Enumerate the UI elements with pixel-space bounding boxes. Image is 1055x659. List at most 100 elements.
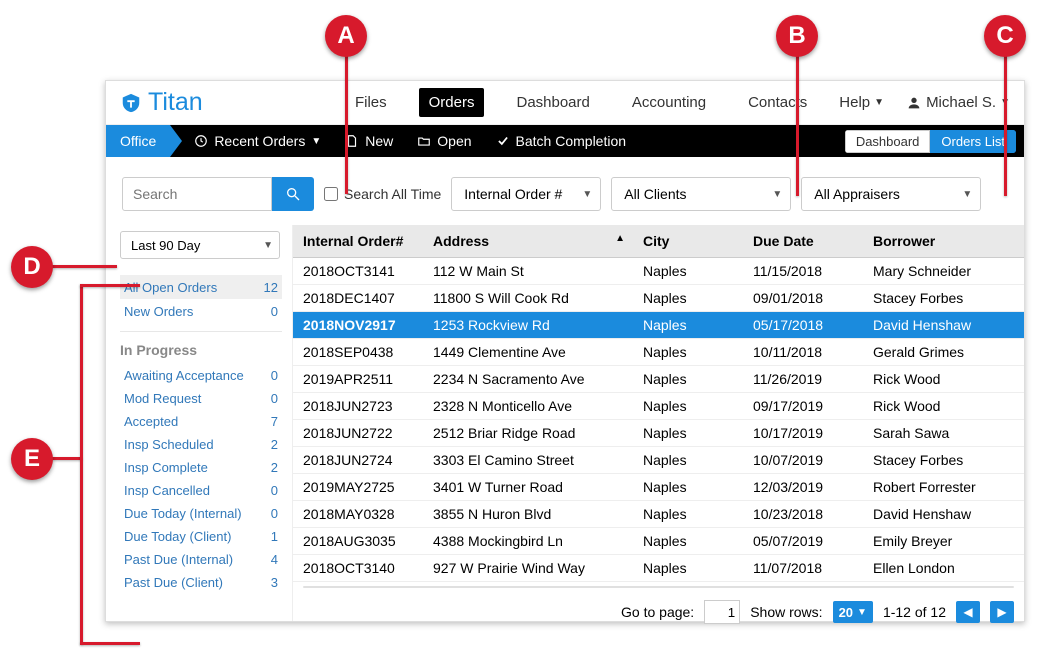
next-page-button[interactable]: ▶	[990, 601, 1014, 623]
open-label: Open	[437, 133, 471, 149]
callout-b: B	[776, 15, 818, 57]
open-button[interactable]: Open	[417, 133, 471, 149]
sidebar-item[interactable]: New Orders0	[120, 299, 282, 323]
sidebar-item[interactable]: All Open Orders12	[120, 275, 282, 299]
cell-address: 2512 Briar Ridge Road	[423, 420, 633, 447]
cell-order: 2019APR2511	[293, 366, 423, 393]
col-address-label: Address	[433, 233, 489, 249]
col-order[interactable]: Internal Order#	[293, 225, 423, 258]
table-row[interactable]: 2018OCT3141112 W Main StNaples11/15/2018…	[293, 258, 1024, 285]
sidebar-heading: In Progress	[120, 342, 282, 358]
new-label: New	[365, 133, 393, 149]
nav-contacts[interactable]: Contacts	[738, 88, 817, 117]
cell-due: 11/15/2018	[743, 258, 863, 285]
cell-order: 2018MAY0328	[293, 501, 423, 528]
table-row[interactable]: 2018AUG30354388 Mockingbird LnNaples05/0…	[293, 528, 1024, 555]
app-window: Titan Files Orders Dashboard Accounting …	[105, 80, 1025, 622]
callout-e: E	[11, 438, 53, 480]
user-menu[interactable]: Michael S. ▼	[906, 94, 1010, 111]
chevron-down-icon: ▼	[311, 136, 321, 147]
search-all-time-input[interactable]	[324, 187, 338, 201]
sidebar-item[interactable]: Insp Scheduled2	[120, 433, 282, 456]
tab-office[interactable]: Office	[106, 125, 170, 157]
clock-icon	[194, 134, 208, 148]
cell-city: Naples	[633, 447, 743, 474]
cell-address: 927 W Prairie Wind Way	[423, 555, 633, 582]
page-input[interactable]	[704, 600, 740, 624]
subbar: Office Recent Orders ▼ New Open Batch Co…	[106, 125, 1024, 157]
sidebar-item-count: 0	[271, 483, 278, 498]
prev-page-button[interactable]: ◀	[956, 601, 980, 623]
cell-due: 11/07/2018	[743, 555, 863, 582]
sidebar-item[interactable]: Awaiting Acceptance0	[120, 364, 282, 387]
sidebar-item[interactable]: Past Due (Internal)4	[120, 548, 282, 571]
rows-per-page-select[interactable]: 20 ▼	[833, 601, 873, 623]
appraisers-select[interactable]: All Appraisers ▼	[801, 177, 981, 211]
cell-address: 2328 N Monticello Ave	[423, 393, 633, 420]
cell-order: 2018NOV2917	[293, 312, 423, 339]
sidebar-progress-list: Awaiting Acceptance0Mod Request0Accepted…	[120, 364, 282, 594]
table-row[interactable]: 2018SEP04381449 Clementine AveNaples10/1…	[293, 339, 1024, 366]
callout-c: C	[984, 15, 1026, 57]
search-button[interactable]	[272, 177, 314, 211]
table-row[interactable]: 2019MAY27253401 W Turner RoadNaples12/03…	[293, 474, 1024, 501]
col-borrower[interactable]: Borrower	[863, 225, 1024, 258]
nav-help[interactable]: Help ▼	[839, 94, 884, 111]
cell-due: 10/07/2019	[743, 447, 863, 474]
table-row[interactable]: 2018NOV29171253 Rockview RdNaples05/17/2…	[293, 312, 1024, 339]
column-select-value: Internal Order #	[464, 186, 562, 202]
sidebar-item[interactable]: Due Today (Client)1	[120, 525, 282, 548]
sidebar-item-label: New Orders	[124, 304, 193, 319]
table-row[interactable]: 2018JUN27222512 Briar Ridge RoadNaples10…	[293, 420, 1024, 447]
cell-order: 2018AUG3035	[293, 528, 423, 555]
nav-orders[interactable]: Orders	[419, 88, 485, 117]
table-row[interactable]: 2018JUN27243303 El Camino StreetNaples10…	[293, 447, 1024, 474]
callout-a-line	[345, 56, 348, 194]
batch-completion-button[interactable]: Batch Completion	[496, 133, 627, 149]
date-range-value: Last 90 Day	[131, 238, 200, 253]
page-range: 1-12 of 12	[883, 604, 946, 620]
table-row[interactable]: 2018DEC140711800 S Will Cook RdNaples09/…	[293, 285, 1024, 312]
nav-accounting[interactable]: Accounting	[622, 88, 716, 117]
horizontal-scrollbar[interactable]	[303, 586, 1014, 588]
search-input[interactable]	[122, 177, 272, 211]
cell-due: 11/26/2019	[743, 366, 863, 393]
col-due-date[interactable]: Due Date	[743, 225, 863, 258]
nav-dashboard[interactable]: Dashboard	[506, 88, 599, 117]
table-row[interactable]: 2018MAY03283855 N Huron BlvdNaples10/23/…	[293, 501, 1024, 528]
sidebar-item[interactable]: Past Due (Client) 3	[120, 571, 282, 594]
table-row[interactable]: 2018JUN27232328 N Monticello AveNaples09…	[293, 393, 1024, 420]
sidebar-item[interactable]: Insp Cancelled0	[120, 479, 282, 502]
clients-select[interactable]: All Clients ▼	[611, 177, 791, 211]
chevron-down-icon: ▼	[582, 189, 592, 200]
sidebar-item[interactable]: Due Today (Internal)0	[120, 502, 282, 525]
sidebar-item-label: Insp Complete	[124, 460, 208, 475]
recent-orders-menu[interactable]: Recent Orders ▼	[194, 133, 321, 149]
chevron-down-icon: ▼	[263, 240, 273, 251]
cell-city: Naples	[633, 339, 743, 366]
search-all-time-checkbox[interactable]: Search All Time	[324, 186, 441, 202]
table-area: Internal Order# Address▲ City Due Date B…	[292, 225, 1024, 621]
sidebar-item-count: 7	[271, 414, 278, 429]
table-row[interactable]: 2019APR25112234 N Sacramento AveNaples11…	[293, 366, 1024, 393]
sidebar-item-label: Mod Request	[124, 391, 201, 406]
cell-address: 2234 N Sacramento Ave	[423, 366, 633, 393]
sidebar-item[interactable]: Mod Request0	[120, 387, 282, 410]
callout-e-line-h	[52, 457, 82, 460]
date-range-select[interactable]: Last 90 Day ▼	[120, 231, 280, 259]
sidebar-item-label: Past Due (Client)	[124, 575, 223, 590]
column-select[interactable]: Internal Order # ▼	[451, 177, 601, 211]
nav-files[interactable]: Files	[345, 88, 397, 117]
sidebar-item[interactable]: Accepted7	[120, 410, 282, 433]
cell-address: 4388 Mockingbird Ln	[423, 528, 633, 555]
cell-borrower: Stacey Forbes	[863, 447, 1024, 474]
col-address[interactable]: Address▲	[423, 225, 633, 258]
table-row[interactable]: 2018OCT3140927 W Prairie Wind WayNaples1…	[293, 555, 1024, 582]
sidebar-item-count: 3	[271, 575, 278, 590]
toggle-dashboard[interactable]: Dashboard	[845, 130, 931, 153]
new-button[interactable]: New	[345, 133, 393, 149]
col-city[interactable]: City	[633, 225, 743, 258]
cell-city: Naples	[633, 258, 743, 285]
sidebar-item[interactable]: Insp Complete2	[120, 456, 282, 479]
search-icon	[285, 186, 301, 202]
